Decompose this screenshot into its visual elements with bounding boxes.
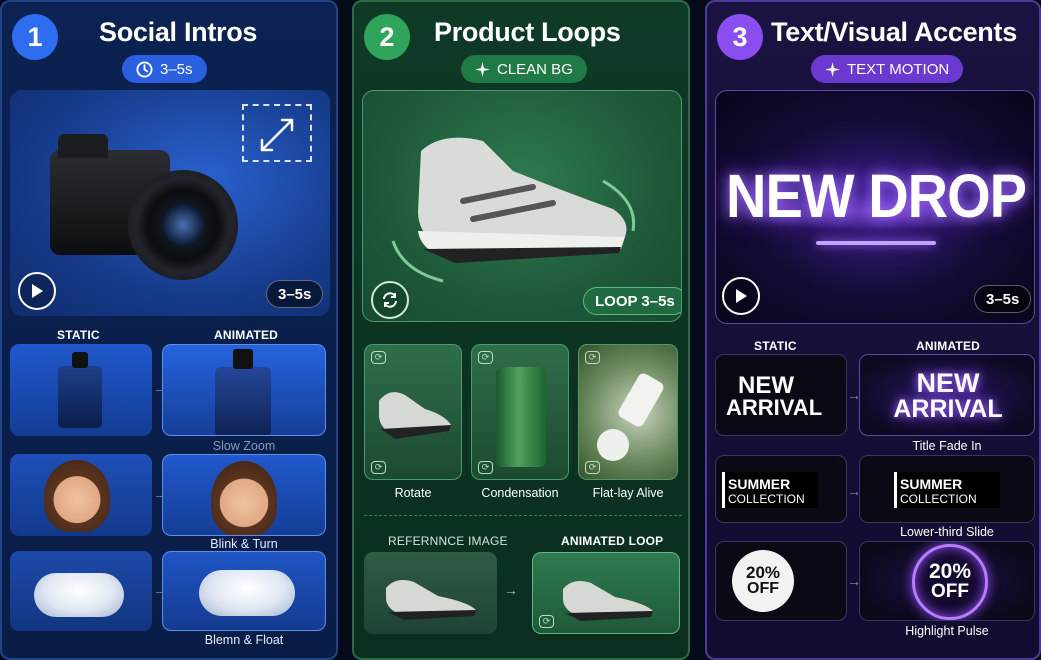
panel-text-visual-accents: 3 Text/Visual Accents TEXT MOTION NEW DR… xyxy=(705,0,1041,660)
camera-image xyxy=(50,128,240,280)
static-text-line2: COLLECTION xyxy=(728,492,805,506)
loop-icon: ⟳ xyxy=(371,351,386,364)
bottle-image xyxy=(616,371,666,429)
thumbnail-condensation[interactable]: ⟳ ⟳ xyxy=(471,344,569,480)
arrow-right-icon: → xyxy=(504,582,518,598)
play-button[interactable] xyxy=(18,272,56,310)
loop-icon: ⟳ xyxy=(371,461,386,474)
animated-text-line2: ARRIVAL xyxy=(893,395,1003,423)
example-caption: Blink & Turn xyxy=(210,537,278,551)
sparkle-icon xyxy=(825,61,840,77)
hero-preview-sneaker[interactable]: LOOP 3–5s xyxy=(362,90,682,322)
reference-image-label: REFERNNCE IMAGE xyxy=(388,534,508,548)
hero-preview-camera[interactable]: 3–5s xyxy=(10,90,330,316)
panel-title: Social Intros xyxy=(99,17,258,47)
step-number-badge: 1 xyxy=(12,14,58,60)
duration-tag: 3–5s xyxy=(266,280,324,308)
animated-text-line2: OFF xyxy=(931,581,969,602)
animated-loop-thumbnail[interactable]: ⟳ xyxy=(532,552,680,634)
step-number-badge: 2 xyxy=(364,14,410,60)
animated-text-line1: 20% xyxy=(928,560,972,583)
loop-icon: ⟳ xyxy=(585,351,600,364)
sparkle-icon xyxy=(475,61,490,77)
static-text-line1: 20% xyxy=(745,563,781,582)
animated-loop-label: ANIMATED LOOP xyxy=(561,534,664,548)
animated-thumbnail-perfume[interactable] xyxy=(162,344,326,436)
thumbnail-flatlay[interactable]: ⟳ ⟳ xyxy=(578,344,678,480)
example-caption: Blemn & Float xyxy=(204,633,284,647)
animated-thumbnail-cloud[interactable] xyxy=(162,551,326,631)
reference-image-thumbnail[interactable] xyxy=(364,552,497,634)
sneaker-image xyxy=(563,581,653,621)
static-thumbnail-summer[interactable]: SUMMER COLLECTION xyxy=(715,455,847,523)
column-header-animated: ANIMATED xyxy=(916,339,981,353)
loop-icon: ⟳ xyxy=(539,615,554,628)
loop-duration-tag: LOOP 3–5s xyxy=(583,287,681,315)
animated-text-line2: COLLECTION xyxy=(900,492,977,506)
static-thumbnail-discount[interactable]: 20% OFF xyxy=(715,541,847,621)
duration-tag: 3–5s xyxy=(974,285,1032,313)
column-header-animated: ANIMATED xyxy=(214,328,279,342)
example-caption: Rotate xyxy=(394,486,432,500)
sneaker-image xyxy=(386,580,476,620)
example-caption: Flat-lay Alive xyxy=(592,486,664,500)
panel-social-intros: 1 Social Intros 3–5s 3–5s STATIC ANIMATE… xyxy=(0,0,338,660)
animated-text-line1: SUMMER xyxy=(900,476,963,492)
example-caption: Condensation xyxy=(481,486,559,500)
pill-label: TEXT MOTION xyxy=(847,60,950,78)
static-thumbnail-cloud[interactable] xyxy=(10,551,152,631)
panel-product-loops: 2 Product Loops CLEAN BG LOOP 3–5s ⟳ ⟳ R… xyxy=(352,0,690,660)
loop-icon xyxy=(383,292,397,308)
example-caption: Slow Zoom xyxy=(212,439,276,453)
play-icon xyxy=(32,284,43,298)
example-caption: Lower-third Slide xyxy=(900,525,994,539)
animated-thumbnail-new-arrival[interactable]: NEW ARRIVAL xyxy=(859,354,1035,436)
duration-pill: 3–5s xyxy=(122,55,207,83)
pill-label: 3–5s xyxy=(160,60,193,78)
static-thumbnail-perfume[interactable] xyxy=(10,344,152,436)
animated-text-line1: NEW xyxy=(916,368,980,398)
panel-title: Product Loops xyxy=(434,17,621,47)
hero-text: NEW DROP xyxy=(726,160,1027,231)
play-icon xyxy=(736,289,747,303)
can-image xyxy=(496,367,546,467)
thumbnail-rotate[interactable]: ⟳ ⟳ xyxy=(364,344,462,480)
static-text-line1: SUMMER xyxy=(728,476,791,492)
play-button[interactable] xyxy=(722,277,760,315)
column-header-static: STATIC xyxy=(57,328,100,342)
feature-pill: TEXT MOTION xyxy=(811,55,964,83)
example-caption: Title Fade In xyxy=(912,439,982,453)
clock-icon xyxy=(136,60,153,78)
panel-title: Text/Visual Accents xyxy=(771,17,1017,47)
loop-icon: ⟳ xyxy=(585,461,600,474)
loop-icon: ⟳ xyxy=(478,461,493,474)
animated-thumbnail-summer[interactable]: SUMMER COLLECTION xyxy=(859,455,1035,523)
static-text-line1: NEW xyxy=(738,372,794,399)
feature-pill: CLEAN BG xyxy=(461,55,587,83)
static-thumbnail-character[interactable] xyxy=(10,454,152,536)
loop-button[interactable] xyxy=(371,281,409,319)
divider xyxy=(364,515,682,516)
example-caption: Highlight Pulse xyxy=(905,624,989,638)
animated-thumbnail-character[interactable] xyxy=(162,454,326,536)
animated-thumbnail-discount[interactable]: 20% OFF xyxy=(859,541,1035,621)
hero-preview-text[interactable]: NEW DROP 3–5s xyxy=(715,90,1035,324)
pill-label: CLEAN BG xyxy=(497,60,573,78)
sneaker-image xyxy=(379,392,451,439)
static-thumbnail-new-arrival[interactable]: NEW ARRIVAL xyxy=(715,354,847,436)
loop-icon: ⟳ xyxy=(478,351,493,364)
static-text-line2: OFF xyxy=(747,580,779,597)
column-header-static: STATIC xyxy=(754,339,797,353)
expand-icon xyxy=(242,104,312,162)
step-number-badge: 3 xyxy=(717,14,763,60)
static-text-line2: ARRIVAL xyxy=(726,395,823,420)
